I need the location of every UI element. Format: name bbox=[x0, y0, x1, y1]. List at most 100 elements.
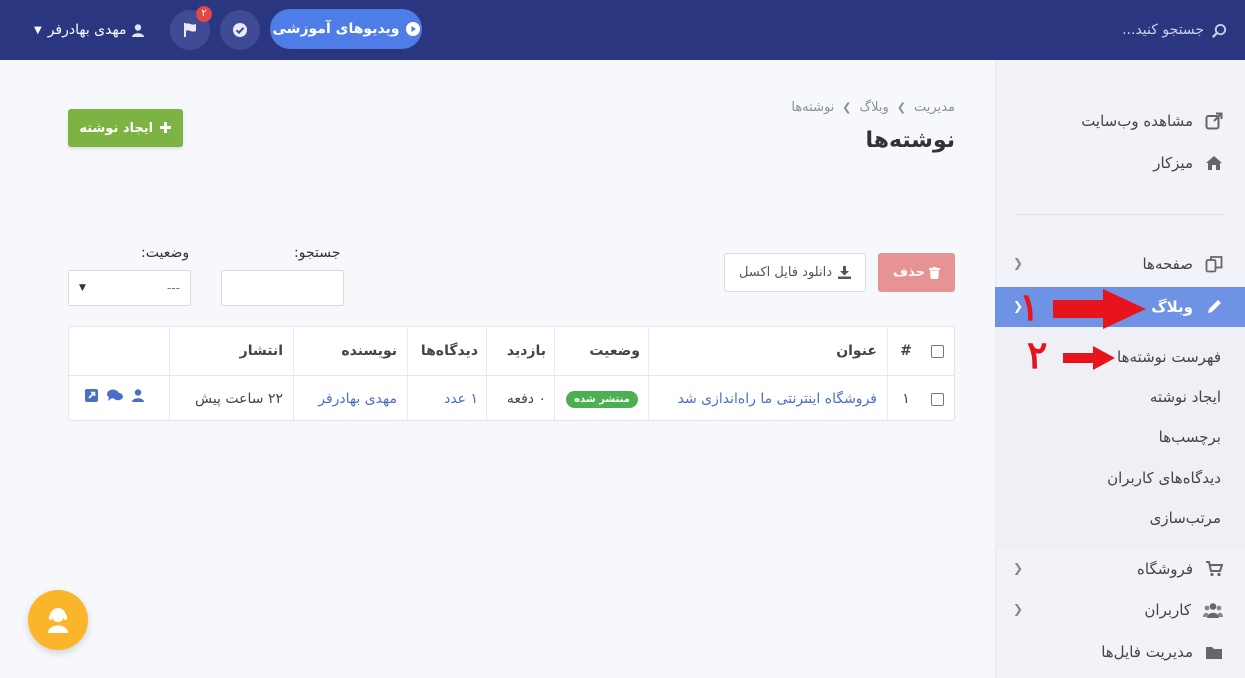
sidebar-label: صفحه‌ها bbox=[1142, 255, 1193, 273]
sidebar-label: مدیریت فایل‌ها bbox=[1101, 643, 1193, 661]
row-checkbox[interactable] bbox=[931, 376, 944, 422]
sidebar-label: مشاهده وب‌سایت bbox=[1081, 112, 1193, 130]
search-filter-label: جستجو: bbox=[294, 245, 341, 261]
submenu-item-sorting[interactable]: مرتب‌سازی bbox=[1150, 503, 1221, 533]
download-excel-button[interactable]: دانلود فایل اکسل bbox=[724, 253, 866, 292]
post-title-link[interactable]: فروشگاه اینترنتی ما راه‌اندازی شد bbox=[659, 376, 877, 422]
plus-icon: ✚ bbox=[159, 119, 172, 137]
sidebar-divider bbox=[1015, 214, 1225, 215]
pages-icon bbox=[1205, 256, 1223, 273]
tutorial-videos-label: ویدیوهای آموزشی bbox=[272, 21, 400, 37]
submenu-item-post-list[interactable]: فهرست نوشته‌ها bbox=[1117, 342, 1221, 372]
search-filter-input[interactable] bbox=[221, 270, 344, 306]
column-header-status[interactable]: وضعیت bbox=[564, 327, 640, 375]
column-header-author[interactable]: نویسنده bbox=[299, 327, 397, 375]
support-agent-icon bbox=[48, 608, 68, 633]
column-divider bbox=[648, 327, 649, 422]
caret-down-icon: ▼ bbox=[34, 24, 42, 36]
flag-icon bbox=[184, 23, 196, 37]
published-cell: ۲۲ ساعت پیش bbox=[194, 391, 283, 407]
column-header-comments[interactable]: دیدگاه‌ها bbox=[414, 327, 478, 375]
download-icon bbox=[838, 266, 851, 279]
check-circle-icon bbox=[233, 23, 247, 37]
column-header-title[interactable]: عنوان bbox=[659, 327, 877, 375]
annotation-arrow-1 bbox=[1053, 289, 1146, 329]
comments-icon[interactable] bbox=[107, 389, 123, 402]
submenu-item-comments[interactable]: دیدگاه‌های کاربران bbox=[1107, 463, 1221, 493]
download-excel-label: دانلود فایل اکسل bbox=[739, 265, 832, 280]
home-icon bbox=[1206, 156, 1222, 170]
chevron-left-icon: ❮ bbox=[1013, 602, 1024, 616]
annotation-arrow-2 bbox=[1063, 346, 1115, 370]
sidebar-item-users[interactable]: کاربران ❮ bbox=[995, 590, 1245, 630]
author-link[interactable]: مهدی بهادرفر bbox=[299, 376, 397, 422]
open-link-icon[interactable] bbox=[85, 389, 98, 402]
breadcrumb-item-posts: نوشته‌ها bbox=[791, 100, 835, 115]
status-badge: منتشر شده bbox=[566, 390, 638, 408]
search-placeholder: جستجو کنید... bbox=[1122, 22, 1204, 38]
pencil-icon bbox=[1208, 300, 1221, 313]
sidebar-item-file-manager[interactable]: مدیریت فایل‌ها bbox=[995, 632, 1245, 672]
column-divider bbox=[554, 327, 555, 422]
status-filter-label: وضعیت: bbox=[141, 245, 190, 261]
column-header-published[interactable]: انتشار bbox=[174, 327, 283, 375]
play-circle-icon bbox=[405, 22, 420, 36]
submenu-item-create-post[interactable]: ایجاد نوشته bbox=[1150, 382, 1221, 412]
sidebar-item-shop[interactable]: فروشگاه ❮ bbox=[995, 549, 1245, 589]
breadcrumb-separator-icon: ❯ bbox=[842, 101, 852, 114]
select-all-checkbox[interactable] bbox=[931, 327, 944, 375]
column-divider bbox=[169, 327, 170, 422]
cart-icon bbox=[1206, 561, 1223, 577]
folder-icon bbox=[1206, 646, 1222, 659]
sidebar-label: کاربران bbox=[1144, 601, 1191, 619]
user-icon bbox=[132, 23, 145, 37]
column-divider bbox=[887, 327, 888, 422]
sidebar-item-pages[interactable]: صفحه‌ها ❮ bbox=[995, 244, 1245, 284]
delete-button[interactable]: حذف bbox=[878, 253, 955, 292]
page-title: نوشته‌ها bbox=[865, 128, 955, 153]
select-chevron-icon: ▼ bbox=[79, 283, 86, 293]
breadcrumb-item-admin[interactable]: مدیریت bbox=[914, 100, 955, 115]
sidebar-label: میزکار bbox=[1153, 154, 1193, 172]
annotation-number-1: ۱ bbox=[1019, 284, 1040, 329]
row-number: ۱ bbox=[902, 391, 910, 407]
sidebar-label: وبلاگ bbox=[1151, 298, 1193, 316]
views-cell: ۰ دفعه bbox=[506, 391, 546, 407]
user-menu[interactable]: مهدی بهادرفر ▼ bbox=[34, 18, 145, 42]
breadcrumb-separator-icon: ❯ bbox=[896, 101, 907, 114]
column-header-views[interactable]: بازدید bbox=[494, 327, 546, 375]
column-divider bbox=[293, 327, 294, 422]
create-post-button[interactable]: ✚ ایجاد نوشته bbox=[68, 109, 183, 147]
sidebar-item-dashboard[interactable]: میزکار bbox=[995, 143, 1245, 183]
search-box[interactable]: جستجو کنید... bbox=[1122, 18, 1227, 42]
sidebar-label: فروشگاه bbox=[1137, 560, 1193, 578]
sidebar-item-view-website[interactable]: مشاهده وب‌سایت bbox=[995, 101, 1245, 141]
tasks-button[interactable] bbox=[220, 10, 260, 50]
column-divider bbox=[486, 327, 487, 422]
user-icon[interactable] bbox=[132, 389, 144, 402]
user-name: مهدی بهادرفر bbox=[47, 22, 127, 38]
status-filter-select[interactable]: ▼ --- bbox=[68, 270, 191, 306]
row-actions bbox=[85, 389, 144, 402]
column-header-number: # bbox=[900, 343, 912, 359]
chevron-left-icon: ❮ bbox=[1013, 561, 1024, 575]
column-divider bbox=[407, 327, 408, 422]
breadcrumb-item-blog[interactable]: وبلاگ bbox=[860, 100, 889, 115]
top-bar: جستجو کنید... ویدیوهای آموزشی ۲ مهدی بها… bbox=[0, 0, 1245, 60]
external-link-icon bbox=[1205, 112, 1223, 130]
chevron-left-icon: ❮ bbox=[1013, 256, 1024, 270]
trash-icon bbox=[929, 266, 940, 279]
create-post-label: ایجاد نوشته bbox=[79, 120, 154, 136]
notifications-badge: ۲ bbox=[196, 6, 212, 22]
users-icon bbox=[1203, 603, 1223, 618]
status-cell: منتشر شده bbox=[564, 376, 640, 422]
tutorial-videos-button[interactable]: ویدیوهای آموزشی bbox=[270, 9, 422, 49]
notifications-button[interactable]: ۲ bbox=[170, 6, 212, 50]
status-filter-value: --- bbox=[167, 281, 180, 295]
annotation-number-2: ۲ bbox=[1027, 332, 1048, 377]
submenu-item-tags[interactable]: برچسب‌ها bbox=[1159, 422, 1221, 452]
delete-label: حذف bbox=[893, 265, 925, 280]
support-chat-button[interactable] bbox=[28, 590, 88, 650]
comments-link[interactable]: ۱ عدد bbox=[414, 376, 478, 422]
breadcrumb: مدیریت ❯ وبلاگ ❯ نوشته‌ها bbox=[791, 100, 955, 115]
